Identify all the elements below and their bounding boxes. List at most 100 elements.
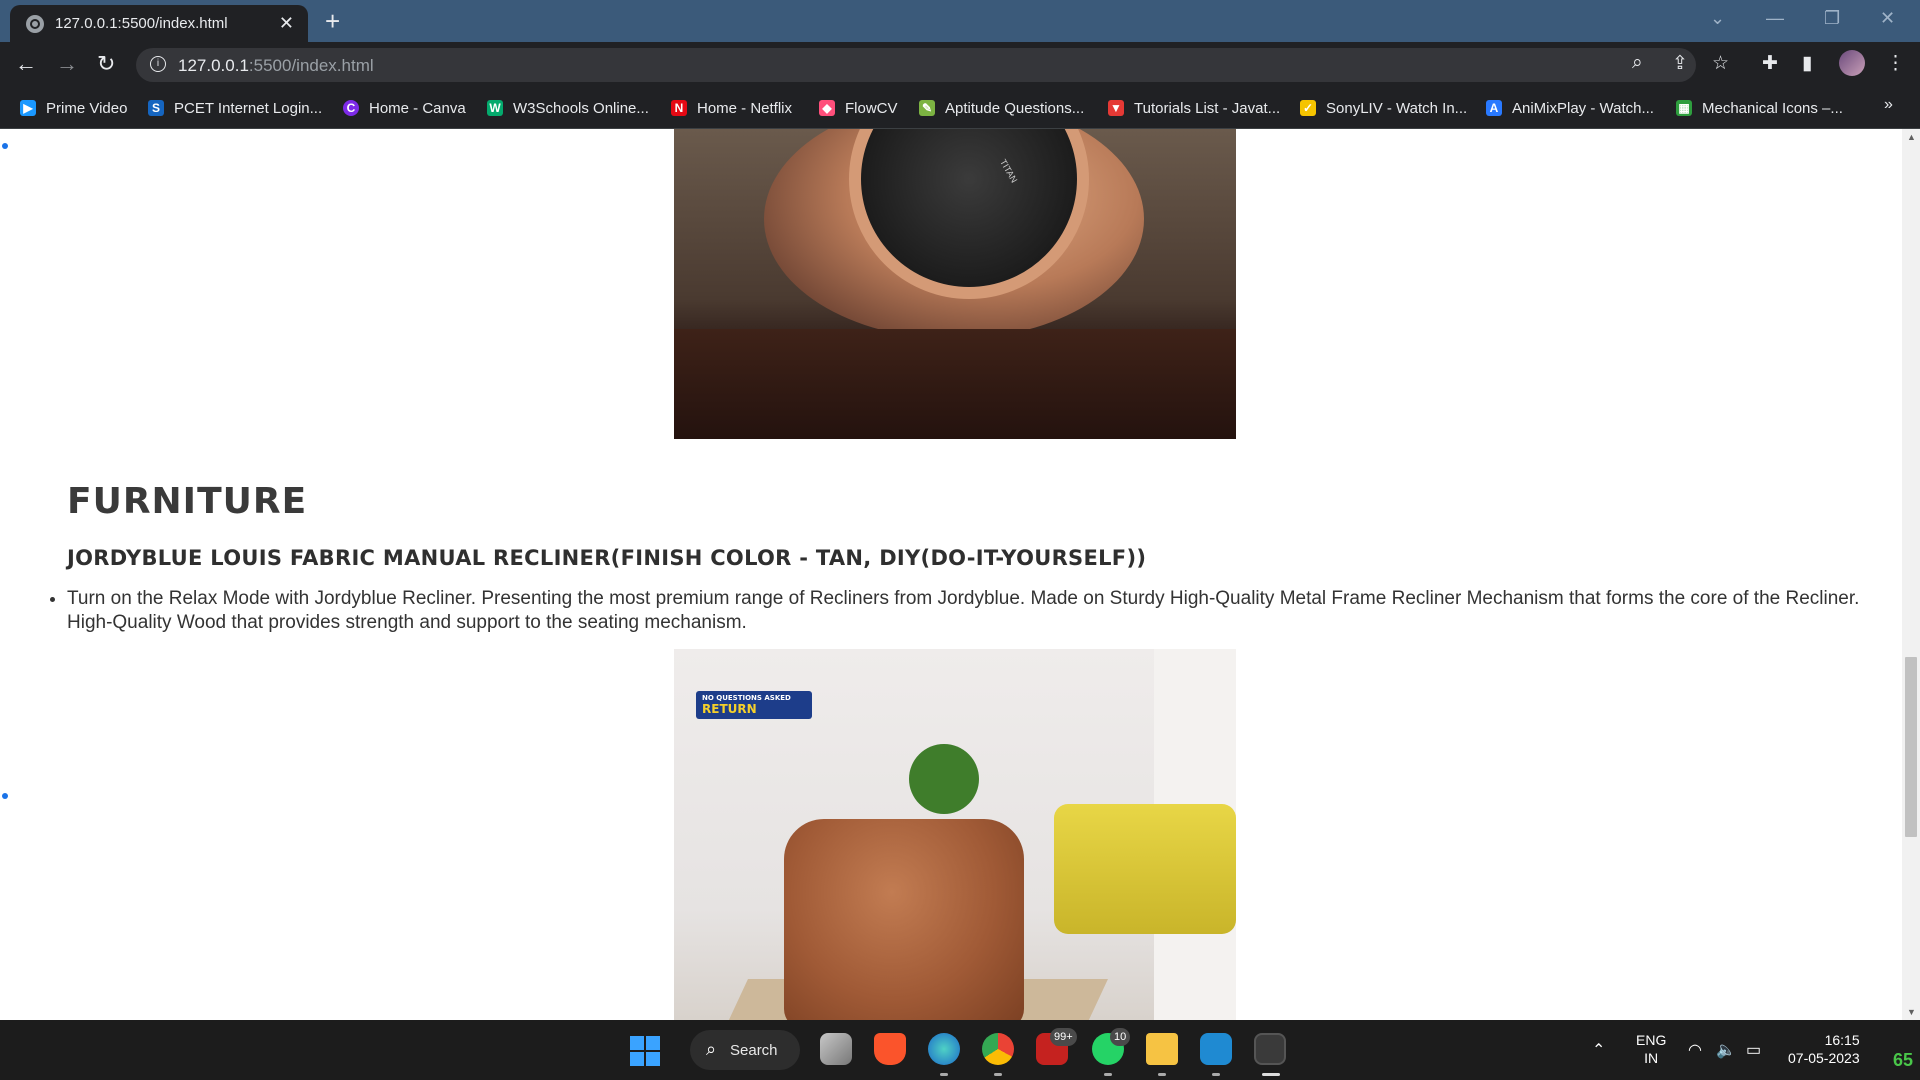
clock-time: 16:15: [1824, 1032, 1860, 1048]
bookmark-label: Tutorials List - Javat...: [1134, 99, 1281, 117]
recliner-chair: [784, 819, 1024, 1020]
volume-icon[interactable]: 🔈: [1716, 1040, 1736, 1060]
vscode-icon[interactable]: [1200, 1033, 1232, 1065]
bookmark-label: W3Schools Online...: [513, 99, 649, 117]
bookmark-canva[interactable]: C Home - Canva: [343, 96, 466, 120]
bookmark-label: Home - Netflix: [697, 99, 793, 117]
taskbar-search[interactable]: ⌕ Search: [690, 1030, 800, 1070]
clock[interactable]: 16:15 07-05-2023: [1788, 1031, 1860, 1067]
running-indicator: [994, 1073, 1002, 1076]
scrollbar-thumb[interactable]: [1905, 657, 1917, 837]
bookmark-label: FlowCV: [845, 99, 898, 117]
watch-display-surface: [674, 329, 1236, 439]
tab-search-icon[interactable]: ⌄: [1710, 8, 1725, 29]
url-path: :5500/index.html: [248, 56, 374, 75]
side-panel-icon[interactable]: ▮: [1802, 52, 1812, 75]
reload-button[interactable]: ↻: [97, 51, 115, 77]
bookmark-aptitude[interactable]: ✎ Aptitude Questions...: [919, 96, 1084, 120]
brave-browser-icon[interactable]: [874, 1033, 906, 1065]
bookmark-label: Aptitude Questions...: [945, 99, 1085, 117]
forward-button[interactable]: →: [56, 51, 78, 77]
product-description-list: Turn on the Relax Mode with Jordyblue Re…: [41, 587, 1867, 635]
return-badge-main: RETURN: [702, 702, 757, 716]
bookmark-label: Home - Canva: [369, 99, 466, 117]
extensions-icon[interactable]: ✚: [1762, 52, 1778, 75]
tray-overflow-icon[interactable]: ⌃: [1592, 1040, 1605, 1060]
bookmark-prime-video[interactable]: ▶ Prime Video: [20, 96, 127, 120]
running-indicator: [1158, 1073, 1166, 1076]
bookmark-mechanical-icons[interactable]: ▦ Mechanical Icons –...: [1676, 96, 1843, 120]
recliner-product-image: NO QUESTIONS ASKED RETURN: [674, 649, 1236, 1020]
windows-start-button[interactable]: [630, 1036, 660, 1066]
page-content: TITAN FURNITURE JORDYBLUE LOUIS FABRIC M…: [0, 129, 1902, 1020]
whatsapp-badge: 10: [1110, 1028, 1131, 1046]
flowcv-icon: ◆: [819, 100, 835, 116]
taskbar-search-label: Search: [730, 1042, 778, 1059]
page-scrollbar[interactable]: ▲ ▼: [1902, 129, 1920, 1020]
snipping-tool-icon[interactable]: [1254, 1033, 1286, 1065]
bookmark-animixplay[interactable]: A AniMixPlay - Watch...: [1486, 96, 1654, 120]
tab-title: 127.0.0.1:5500/index.html: [55, 15, 228, 32]
active-indicator: [1262, 1073, 1280, 1076]
close-window-button[interactable]: ✕: [1880, 8, 1895, 29]
bookmark-label: Prime Video: [46, 99, 128, 117]
restore-button[interactable]: ❐: [1824, 8, 1840, 29]
list-bullet-dot: [2, 793, 8, 799]
file-explorer-icon[interactable]: [1146, 1033, 1178, 1065]
clock-date: 07-05-2023: [1788, 1050, 1860, 1066]
tab-strip: 127.0.0.1:5500/index.html ✕ + ⌄ — ❐ ✕: [0, 0, 1920, 42]
running-indicator: [1104, 1073, 1112, 1076]
chrome-icon[interactable]: [982, 1033, 1014, 1065]
language-code: ENG: [1636, 1032, 1667, 1048]
minimize-button[interactable]: —: [1766, 8, 1784, 29]
watch-brand-text: TITAN: [998, 157, 1020, 185]
bookmark-star-icon[interactable]: ☆: [1712, 52, 1729, 75]
bookmark-w3schools[interactable]: W W3Schools Online...: [487, 96, 649, 120]
sonyliv-icon: ✓: [1300, 100, 1316, 116]
product-description: Turn on the Relax Mode with Jordyblue Re…: [67, 587, 1867, 635]
battery-icon[interactable]: ▭: [1746, 1040, 1761, 1060]
new-tab-button[interactable]: +: [325, 6, 340, 37]
url-host: 127.0.0.1: [178, 56, 249, 75]
share-icon[interactable]: ⇪: [1672, 52, 1688, 75]
task-view-icon[interactable]: [820, 1033, 852, 1065]
browser-toolbar: ← → ↻ i 127.0.0.1:5500/index.html ⌕ ⇪ ☆ …: [0, 42, 1920, 88]
scroll-up-arrow[interactable]: ▲: [1907, 132, 1916, 142]
prime-video-icon: ▶: [20, 100, 36, 116]
bookmark-label: AniMixPlay - Watch...: [1512, 99, 1654, 117]
plant: [909, 744, 979, 814]
pcet-icon: S: [148, 100, 164, 116]
bookmark-label: SonyLIV - Watch In...: [1326, 99, 1468, 117]
zoom-icon[interactable]: ⌕: [1632, 52, 1643, 74]
bookmarks-bar: ▶ Prime Video S PCET Internet Login... C Ho…: [0, 88, 1920, 129]
wifi-icon[interactable]: ◠: [1688, 1040, 1702, 1060]
watch-product-image: TITAN: [674, 129, 1236, 439]
site-info-icon[interactable]: i: [150, 56, 166, 72]
menu-icon[interactable]: ⋮: [1886, 52, 1905, 75]
profile-avatar[interactable]: [1839, 50, 1865, 76]
globe-icon: [26, 15, 44, 33]
mail-badge: 99+: [1050, 1028, 1077, 1046]
scroll-down-arrow[interactable]: ▼: [1907, 1007, 1916, 1017]
address-bar[interactable]: i 127.0.0.1:5500/index.html: [136, 48, 1696, 82]
bookmark-sonyliv[interactable]: ✓ SonyLIV - Watch In...: [1300, 96, 1467, 120]
bookmark-netflix[interactable]: N Home - Netflix: [671, 96, 792, 120]
weather-temperature[interactable]: 65: [1893, 1050, 1913, 1071]
bookmark-javatpoint[interactable]: ▼ Tutorials List - Javat...: [1108, 96, 1280, 120]
browser-tab-active[interactable]: 127.0.0.1:5500/index.html ✕: [10, 5, 308, 42]
list-bullet-dot: [2, 143, 8, 149]
bookmark-label: Mechanical Icons –...: [1702, 99, 1843, 117]
category-heading: FURNITURE: [67, 481, 308, 522]
edge-icon[interactable]: [928, 1033, 960, 1065]
yellow-sofa: [1054, 804, 1236, 934]
language-indicator[interactable]: ENG IN: [1636, 1031, 1666, 1067]
bookmark-flowcv[interactable]: ◆ FlowCV: [819, 96, 898, 120]
region-code: IN: [1644, 1050, 1659, 1066]
url-text[interactable]: 127.0.0.1:5500/index.html: [178, 56, 374, 76]
tab-close-icon[interactable]: ✕: [279, 13, 294, 34]
back-button[interactable]: ←: [15, 51, 37, 77]
bookmarks-overflow-button[interactable]: »: [1884, 96, 1893, 114]
w3schools-icon: W: [487, 100, 503, 116]
animixplay-icon: A: [1486, 100, 1502, 116]
bookmark-pcet[interactable]: S PCET Internet Login...: [148, 96, 322, 120]
